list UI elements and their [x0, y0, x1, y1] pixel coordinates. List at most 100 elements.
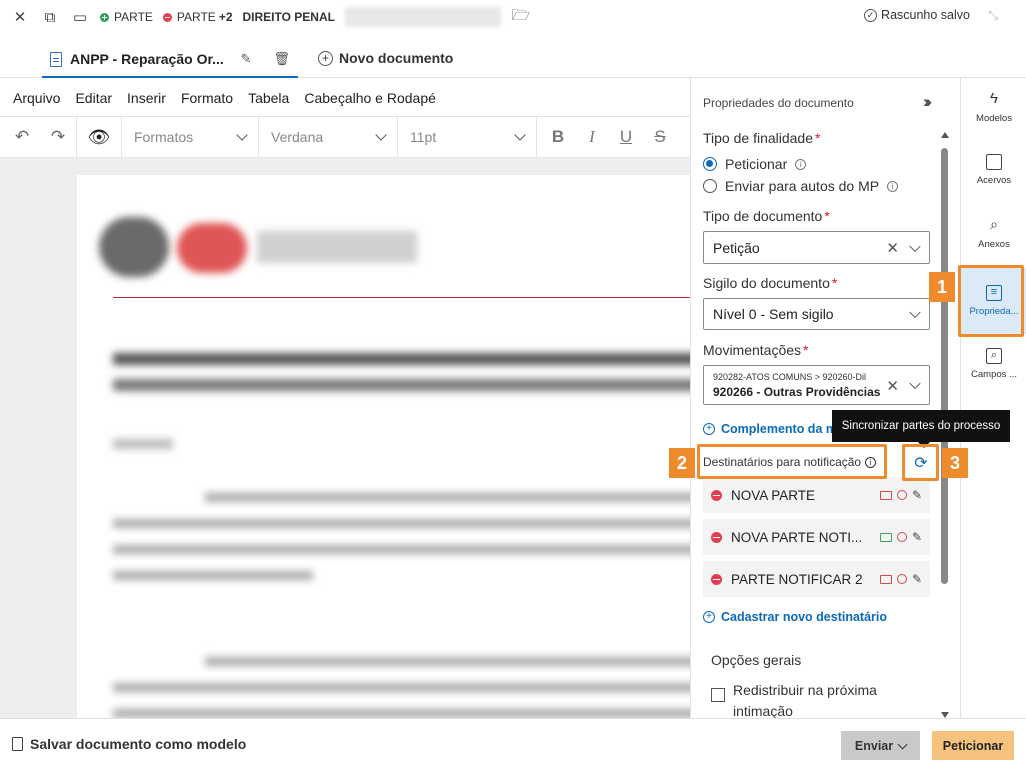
strikethrough-button[interactable]: S — [643, 117, 677, 157]
header-divider — [113, 297, 690, 298]
clear-icon[interactable]: ✕ — [886, 377, 899, 395]
close-icon[interactable]: ✕ — [6, 3, 34, 31]
bold-button[interactable]: B — [541, 117, 575, 157]
blurred-logo-accent — [177, 223, 247, 273]
clear-icon[interactable]: ✕ — [886, 239, 899, 257]
remove-icon[interactable] — [711, 573, 722, 585]
search-document-icon: ⌕ — [986, 348, 1002, 364]
edit-icon[interactable]: ✎ — [912, 530, 922, 544]
panel-title: Propriedades do documento — [703, 96, 854, 110]
destinatario-item: NOVA PARTE ✎ — [703, 477, 930, 513]
save-as-model-button[interactable]: Salvar documento como modelo — [12, 736, 246, 752]
chevron-down-icon — [375, 129, 387, 141]
redistribuir-checkbox[interactable]: Redistribuir na próxima intimação — [711, 680, 903, 718]
plus-circle-icon: + — [703, 423, 715, 435]
radio-unselected-icon — [703, 179, 717, 193]
email-icon[interactable] — [879, 490, 892, 500]
party-chip-1[interactable]: PARTE — [100, 10, 153, 24]
minus-status-icon — [162, 12, 172, 22]
sync-tooltip: Sincronizar partes do processo — [832, 410, 1010, 448]
tipo-documento-select[interactable]: Petição ✕ — [703, 231, 930, 264]
collapse-icon[interactable]: ⤡ — [988, 8, 998, 23]
callout-number-3: 3 — [942, 448, 968, 478]
category-label: DIREITO PENAL — [242, 10, 335, 24]
whatsapp-icon[interactable] — [896, 574, 907, 584]
blurred-text — [113, 439, 173, 449]
whatsapp-icon[interactable] — [896, 490, 907, 500]
rail-modelos[interactable]: ϟ Modelos — [961, 78, 1026, 138]
document-icon — [50, 51, 62, 67]
document-icon — [12, 737, 23, 751]
document-page[interactable] — [77, 175, 690, 718]
party-chip-2[interactable]: PARTE +2 — [162, 10, 233, 24]
plus-status-icon — [100, 12, 109, 22]
edit-icon[interactable]: ✎ — [912, 488, 922, 502]
rail-campos[interactable]: ⌕ Campos ... — [961, 334, 1026, 394]
callout-number-1: 1 — [929, 272, 955, 302]
radio-enviar-autos[interactable]: Enviar para autos do MP i — [703, 178, 899, 194]
trash-icon[interactable]: 🗑 — [273, 51, 290, 67]
info-icon[interactable]: i — [795, 158, 807, 170]
radio-selected-icon — [703, 157, 717, 171]
preview-eye-icon[interactable]: 👁 — [77, 117, 121, 157]
blurred-logo — [99, 217, 169, 277]
plus-circle-icon: + — [703, 611, 715, 623]
pencil-icon[interactable]: ✎ — [241, 51, 252, 67]
menu-arquivo[interactable]: Arquivo — [13, 90, 60, 106]
formats-select[interactable]: Formatos — [122, 117, 259, 157]
comment-icon[interactable]: ▭ — [66, 3, 94, 31]
editor-area[interactable] — [0, 158, 690, 718]
radio-peticionar[interactable]: Peticionar i — [703, 156, 807, 172]
enviar-button[interactable]: Enviar — [841, 731, 920, 760]
peticionar-button[interactable]: Peticionar — [932, 731, 1014, 760]
new-document-button[interactable]: + Novo documento — [318, 50, 453, 66]
menu-formato[interactable]: Formato — [181, 90, 233, 106]
chevron-down-icon — [909, 377, 921, 390]
chevron-down-icon — [236, 129, 248, 141]
rail-anexos[interactable]: ⌕ Anexos — [961, 204, 1026, 264]
screen-link-icon[interactable]: ⧉ — [36, 3, 64, 31]
remove-icon[interactable] — [711, 531, 722, 543]
whatsapp-icon[interactable] — [896, 532, 907, 542]
edit-icon[interactable]: ✎ — [912, 572, 922, 586]
menu-bar: Arquivo Editar Inserir Formato Tabela Ca… — [0, 80, 690, 116]
folder-open-icon[interactable]: 🗁 — [507, 3, 535, 31]
checkbox-icon[interactable] — [711, 688, 725, 702]
properties-panel: Propriedades do documento ››› Tipo de fi… — [690, 78, 960, 718]
menu-inserir[interactable]: Inserir — [127, 90, 166, 106]
check-circle-icon: ✓ — [864, 8, 878, 22]
blurred-paragraph — [113, 519, 690, 528]
blurred-paragraph — [113, 571, 313, 580]
scroll-up-icon[interactable] — [941, 132, 949, 138]
plus-circle-icon: + — [318, 50, 333, 66]
menu-editar[interactable]: Editar — [75, 90, 112, 106]
remove-icon[interactable] — [711, 489, 722, 501]
redo-icon[interactable]: ↷ — [40, 117, 76, 157]
cadastrar-destinatario-link[interactable]: + Cadastrar novo destinatário — [703, 610, 887, 624]
font-size-select[interactable]: 11pt — [398, 117, 537, 157]
tab-document[interactable]: ANPP - Reparação Or... ✎ 🗑 — [42, 42, 298, 78]
email-icon[interactable] — [879, 532, 892, 542]
document-tabs: ANPP - Reparação Or... ✎ 🗑 + Novo docume… — [0, 34, 1026, 78]
bottom-bar: Salvar documento como modelo Enviar Peti… — [0, 718, 1026, 767]
menu-tabela[interactable]: Tabela — [248, 90, 289, 106]
collapse-panel-icon[interactable]: ››› — [923, 92, 932, 112]
rail-acervos[interactable]: Acervos — [961, 140, 1026, 200]
menu-cabecalho[interactable]: Cabeçalho e Rodapé — [304, 90, 436, 106]
draft-status: ✓ Rascunho salvo — [864, 8, 970, 22]
font-select[interactable]: Verdana — [259, 117, 398, 157]
scroll-thumb[interactable] — [941, 148, 948, 584]
email-icon[interactable] — [879, 574, 892, 584]
italic-button[interactable]: I — [575, 117, 609, 157]
sigilo-select[interactable]: Nível 0 - Sem sigilo — [703, 298, 930, 330]
complemento-link[interactable]: + Complemento da m — [703, 422, 837, 436]
paperclip-icon: ⌕ — [990, 216, 998, 232]
info-icon[interactable]: i — [887, 180, 899, 192]
tipo-documento-label: Tipo de documento * — [703, 208, 830, 224]
movimentacoes-select[interactable]: 920282-ATOS COMUNS > 920260-Dil 920266 -… — [703, 365, 930, 405]
chevron-down-icon — [514, 129, 526, 141]
callout-box-2 — [697, 444, 887, 479]
underline-button[interactable]: U — [609, 117, 643, 157]
undo-icon[interactable]: ↶ — [4, 117, 40, 157]
movimentacoes-label: Movimentações * — [703, 342, 809, 358]
